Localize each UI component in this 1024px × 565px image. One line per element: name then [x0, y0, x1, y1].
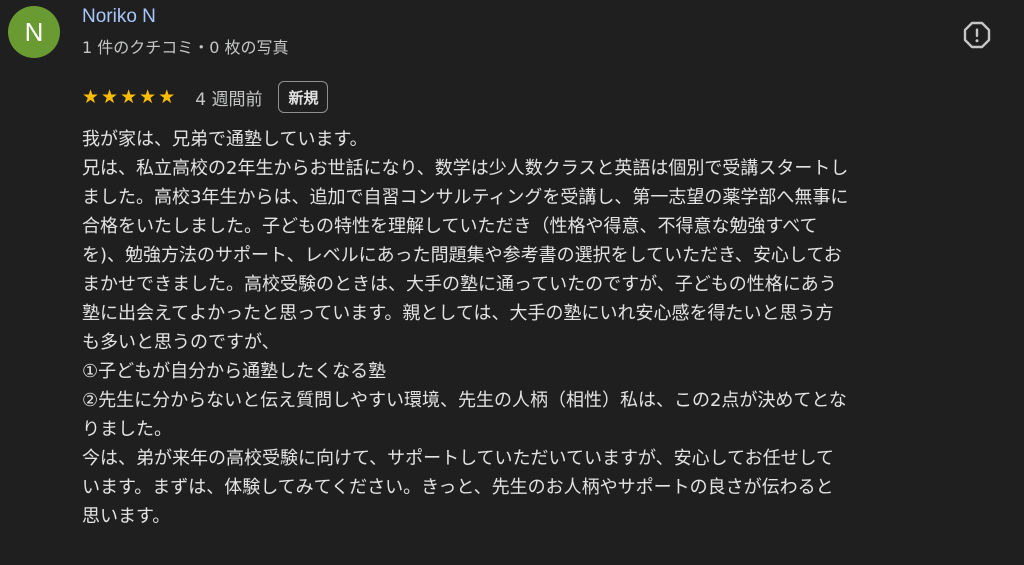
- star-icon: ★: [101, 85, 119, 108]
- report-flag-icon: [963, 21, 991, 49]
- review-line: 今は、弟が来年の高校受験に向けて、サポートしていただいていますが、安心してお任せ…: [82, 448, 835, 469]
- star-icon: ★: [139, 85, 157, 108]
- star-icon: ★: [82, 85, 100, 108]
- review-line: 塾に出会えてよかったと思っています。親としては、大手の塾にいれ安心感を得たいと思…: [82, 303, 834, 324]
- review-line: ました。高校3年生からは、追加で自習コンサルティングを受講し、第一志望の薬学部へ…: [82, 187, 849, 208]
- new-badge: 新規: [278, 81, 329, 113]
- star-icon: ★: [158, 85, 176, 108]
- reviewer-name[interactable]: Noriko N: [82, 6, 156, 28]
- review-line: ①子どもが自分から通塾したくなる塾: [82, 361, 387, 382]
- review-line: 兄は、私立高校の2年生からお世話になり、数学は少人数クラスと英語は個別で受講スタ…: [82, 158, 849, 179]
- review-line: 思います。: [82, 506, 171, 527]
- review-line: ②先生に分からないと伝え質問しやすい環境、先生の人柄（相性）私は、この2点が決め…: [82, 390, 847, 411]
- review-text: 我が家は、兄弟で通塾しています。兄は、私立高校の2年生からお世話になり、数学は少…: [82, 125, 1017, 531]
- review-line: います。まずは、体験してみてください。きっと、先生のお人柄やサポートの良さが伝わ…: [82, 477, 834, 498]
- review-line: まかせできました。高校受験のときは、大手の塾に通っていたのですが、子どもの性格に…: [82, 274, 837, 295]
- reviewer-meta: 1 件のクチコミ・0 枚の写真: [82, 38, 289, 57]
- review-line: りました。: [82, 419, 172, 440]
- rating-row: ★ ★ ★ ★ ★ 4 週間前 新規: [82, 80, 329, 114]
- review-line: 我が家は、兄弟で通塾しています。: [82, 129, 368, 150]
- review-line: も多いと思うのですが、: [82, 332, 280, 353]
- report-button[interactable]: [958, 16, 996, 54]
- star-rating: ★ ★ ★ ★ ★: [82, 85, 176, 108]
- review-date: 4 週間前: [195, 89, 263, 110]
- review-line: 合格をいたしました。子どもの特性を理解していただき（性格や得意、不得意な勉強すべ…: [82, 216, 818, 237]
- star-icon: ★: [120, 85, 138, 108]
- avatar[interactable]: N: [8, 6, 60, 58]
- avatar-initial: N: [24, 16, 44, 47]
- review-line: を)、勉強方法のサポート、レベルにあった問題集や参考書の選択をしていただき、安心…: [82, 245, 842, 266]
